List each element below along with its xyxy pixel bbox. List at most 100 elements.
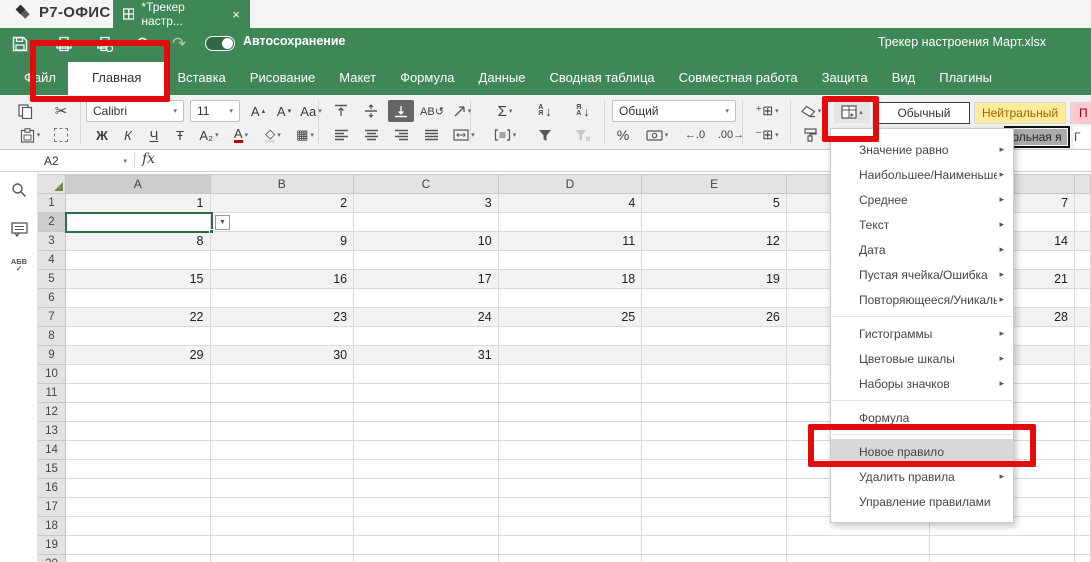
column-header-B[interactable]: B bbox=[211, 174, 355, 194]
cell-C9[interactable]: 31 bbox=[354, 346, 499, 365]
font-size-select[interactable]: 11 ▾ bbox=[190, 100, 240, 122]
cell-C16[interactable] bbox=[354, 479, 499, 498]
cell-D12[interactable] bbox=[499, 403, 643, 422]
cell-A15[interactable] bbox=[66, 460, 211, 479]
cell-A18[interactable] bbox=[66, 517, 211, 536]
menu-item-Управление правилами[interactable]: Управление правилами bbox=[831, 489, 1013, 514]
cell-D14[interactable] bbox=[499, 441, 643, 460]
cell-H13[interactable] bbox=[1075, 422, 1091, 441]
cell-C5[interactable]: 17 bbox=[354, 270, 499, 289]
cell-A12[interactable] bbox=[66, 403, 211, 422]
cell-H5[interactable] bbox=[1075, 270, 1091, 289]
italic-button[interactable]: К bbox=[116, 124, 140, 146]
cell-A13[interactable] bbox=[66, 422, 211, 441]
clear-filter-button[interactable] bbox=[568, 124, 598, 146]
row-header-13[interactable]: 13 bbox=[38, 422, 66, 441]
comments-icon[interactable] bbox=[9, 219, 29, 239]
cell-B15[interactable] bbox=[211, 460, 355, 479]
cell-B6[interactable] bbox=[211, 289, 355, 308]
menu-item-Повторяющееся/Уникальное[interactable]: Повторяющееся/Уникальное▸ bbox=[831, 287, 1013, 312]
cell-C2[interactable] bbox=[354, 213, 499, 232]
menu-tab-Вставка[interactable]: Вставка bbox=[165, 61, 237, 95]
cell-D2[interactable] bbox=[499, 213, 643, 232]
cell-B14[interactable] bbox=[211, 441, 355, 460]
cell-E7[interactable]: 26 bbox=[642, 308, 787, 327]
cell-H12[interactable] bbox=[1075, 403, 1091, 422]
paste-button[interactable]: ▾ bbox=[12, 124, 48, 146]
row-header-17[interactable]: 17 bbox=[38, 498, 66, 517]
align-middle-button[interactable] bbox=[358, 100, 384, 122]
cell-C20[interactable] bbox=[354, 555, 499, 562]
cell-H17[interactable] bbox=[1075, 498, 1091, 517]
cell-B11[interactable] bbox=[211, 384, 355, 403]
cell-H3[interactable] bbox=[1075, 232, 1091, 251]
cell-A6[interactable] bbox=[66, 289, 211, 308]
cell-D17[interactable] bbox=[499, 498, 643, 517]
cell-D7[interactable]: 25 bbox=[499, 308, 643, 327]
cell-style-next-partial[interactable]: Г bbox=[1074, 126, 1091, 148]
cell-H18[interactable] bbox=[1075, 517, 1091, 536]
menu-item-Цветовые шкалы[interactable]: Цветовые шкалы▸ bbox=[831, 346, 1013, 371]
cell-C8[interactable] bbox=[354, 327, 499, 346]
cell-C17[interactable] bbox=[354, 498, 499, 517]
cell-C6[interactable] bbox=[354, 289, 499, 308]
menu-item-Дата[interactable]: Дата▸ bbox=[831, 237, 1013, 262]
cell-E18[interactable] bbox=[642, 517, 787, 536]
cell-D13[interactable] bbox=[499, 422, 643, 441]
cell-E16[interactable] bbox=[642, 479, 787, 498]
number-format-select[interactable]: Общий ▾ bbox=[612, 100, 736, 122]
redo-button[interactable]: ↷ bbox=[172, 35, 186, 53]
cell-H9[interactable] bbox=[1075, 346, 1091, 365]
cell-H16[interactable] bbox=[1075, 479, 1091, 498]
cell-B7[interactable]: 23 bbox=[211, 308, 355, 327]
cell-E2[interactable] bbox=[642, 213, 787, 232]
menu-tab-Вид[interactable]: Вид bbox=[880, 61, 928, 95]
cell-B13[interactable] bbox=[211, 422, 355, 441]
cell-A10[interactable] bbox=[66, 365, 211, 384]
sort-ascending-button[interactable]: АЯ ↓ bbox=[530, 100, 560, 122]
cell-E19[interactable] bbox=[642, 536, 787, 555]
delete-cells-button[interactable]: ⁻⊞▾ bbox=[748, 124, 786, 146]
menu-tab-Плагины[interactable]: Плагины bbox=[927, 61, 1004, 95]
cut-button[interactable]: ✂ bbox=[48, 100, 74, 122]
cell-A7[interactable]: 22 bbox=[66, 308, 211, 327]
align-right-button[interactable] bbox=[388, 124, 414, 146]
cell-D4[interactable] bbox=[499, 251, 643, 270]
cell-H20[interactable] bbox=[1075, 555, 1091, 562]
bold-button[interactable]: Ж bbox=[90, 124, 114, 146]
cell-D11[interactable] bbox=[499, 384, 643, 403]
cell-B9[interactable]: 30 bbox=[211, 346, 355, 365]
column-header-C[interactable]: C bbox=[354, 174, 499, 194]
underline-button[interactable]: Ч bbox=[142, 124, 166, 146]
decrease-decimal-button[interactable]: ←.0 bbox=[678, 124, 712, 146]
cell-H4[interactable] bbox=[1075, 251, 1091, 270]
align-bottom-button[interactable] bbox=[388, 100, 414, 122]
row-header-12[interactable]: 12 bbox=[38, 403, 66, 422]
autosum-button[interactable]: Σ▾ bbox=[488, 100, 522, 122]
row-header-8[interactable]: 8 bbox=[38, 327, 66, 346]
row-header-4[interactable]: 4 bbox=[38, 251, 66, 270]
cell-B20[interactable] bbox=[211, 555, 355, 562]
cell-B12[interactable] bbox=[211, 403, 355, 422]
increase-decimal-button[interactable]: .00→ bbox=[714, 124, 748, 146]
fill-color-button[interactable]: ◇▾ bbox=[258, 124, 288, 146]
percent-style-button[interactable]: % bbox=[610, 124, 636, 146]
currency-style-button[interactable]: ▾ bbox=[640, 124, 674, 146]
column-header-H[interactable] bbox=[1075, 174, 1091, 194]
decrease-font-button[interactable]: A▾ bbox=[272, 100, 296, 122]
row-header-1[interactable]: 1 bbox=[38, 194, 66, 213]
menu-tab-Макет[interactable]: Макет bbox=[327, 61, 388, 95]
cell-C18[interactable] bbox=[354, 517, 499, 536]
cell-C11[interactable] bbox=[354, 384, 499, 403]
cell-B2[interactable] bbox=[211, 213, 355, 232]
cell-C15[interactable] bbox=[354, 460, 499, 479]
row-header-2[interactable]: 2 bbox=[38, 213, 66, 232]
cell-B19[interactable] bbox=[211, 536, 355, 555]
cell-B18[interactable] bbox=[211, 517, 355, 536]
cell-B8[interactable] bbox=[211, 327, 355, 346]
document-tab[interactable]: *Трекер настр... × bbox=[113, 0, 250, 28]
cell-C4[interactable] bbox=[354, 251, 499, 270]
cell-F20[interactable] bbox=[787, 555, 931, 562]
text-direction-button[interactable]: ▾ bbox=[448, 100, 476, 122]
cell-E4[interactable] bbox=[642, 251, 787, 270]
